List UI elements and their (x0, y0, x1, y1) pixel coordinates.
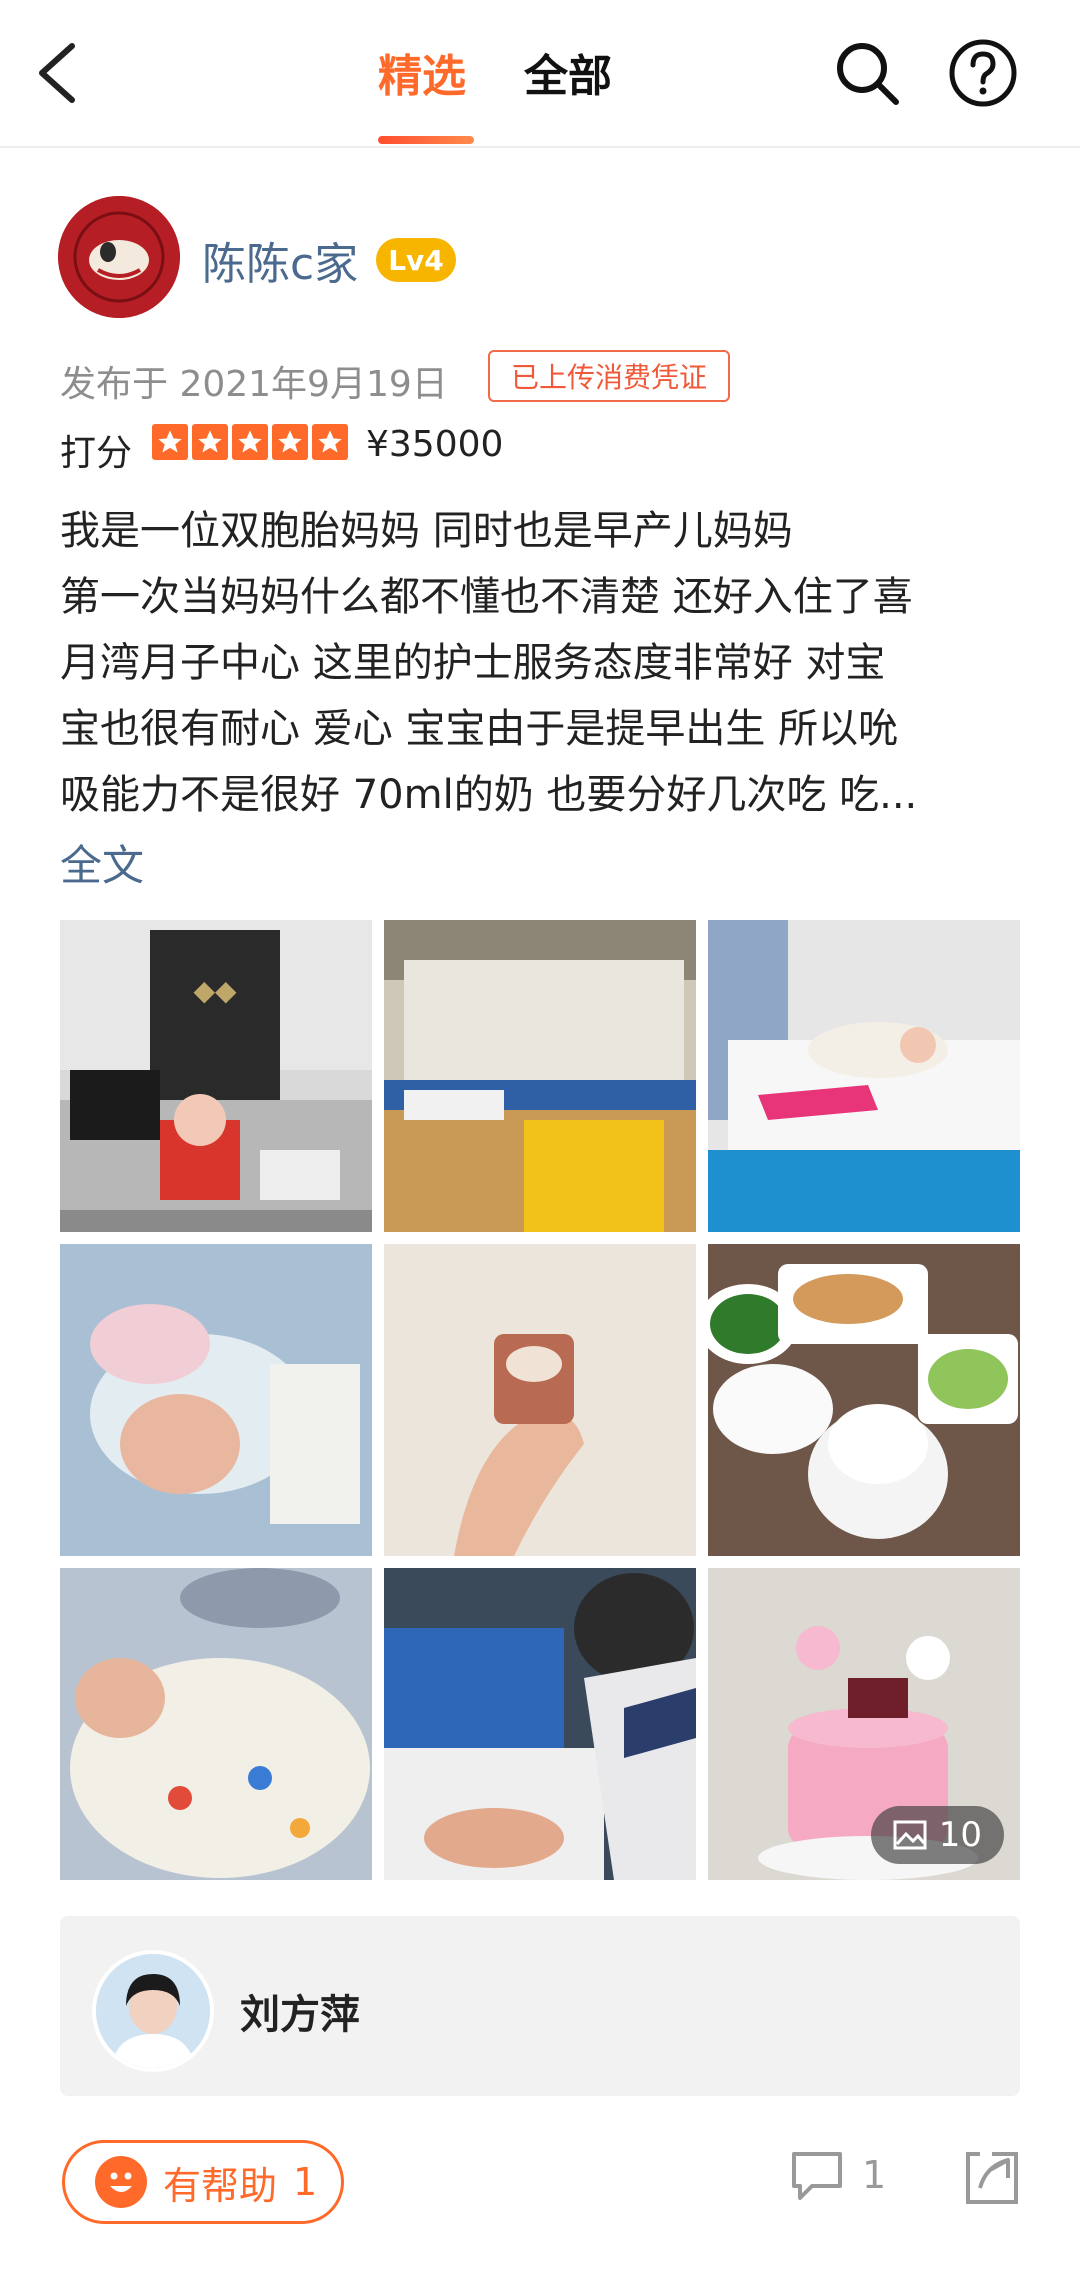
review-text[interactable]: 我是一位双胞胎妈妈 同时也是早产儿妈妈 第一次当妈妈什么都不懂也不清楚 还好入住… (60, 498, 1020, 828)
review-line: 宝也很有耐心 爱心 宝宝由于是提早出生 所以吮 (60, 706, 899, 752)
star-icon (232, 424, 268, 460)
photo-reception[interactable]: ◆◆ (60, 920, 372, 1232)
full-text-link[interactable]: 全文 (60, 832, 144, 893)
photo-cup-hand[interactable] (384, 1244, 696, 1556)
comment-count: 1 (862, 2153, 887, 2197)
price: ¥35000 (366, 424, 504, 465)
voucher-badge: 已上传消费凭证 (488, 350, 730, 402)
photo-baby-bath[interactable] (384, 1568, 696, 1880)
star-icon (312, 424, 348, 460)
star-icon (152, 424, 188, 460)
helpful-count: 1 (293, 2160, 318, 2204)
top-bar: 精选 全部 (0, 0, 1080, 148)
smile-icon (95, 2156, 147, 2208)
rating-label: 打分 (60, 433, 133, 474)
photo-count-badge[interactable]: 10 (870, 1806, 1004, 1864)
photo-nursery-room[interactable] (384, 920, 696, 1232)
photo-meal[interactable] (708, 1244, 1020, 1556)
search-icon[interactable] (832, 38, 902, 108)
photo-cake[interactable]: 10 (708, 1568, 1020, 1880)
svg-text:◆◆: ◆◆ (193, 974, 237, 1007)
photo-count: 10 (938, 1815, 982, 1855)
photo-baby-swaddle[interactable] (60, 1568, 372, 1880)
author-avatar[interactable] (58, 196, 180, 318)
helpful-button[interactable]: 有帮助 1 (62, 2140, 344, 2224)
photo-nurse-baby[interactable] (708, 920, 1020, 1232)
review-line: 我是一位双胞胎妈妈 同时也是早产儿妈妈 (60, 508, 793, 554)
level-badge: Lv4 (376, 238, 456, 282)
review-line: 月湾月子中心 这里的护士服务态度非常好 对宝 (60, 640, 886, 686)
tab-all[interactable]: 全部 (524, 40, 612, 104)
tab-indicator (378, 136, 474, 144)
photo-baby-sleeping[interactable] (60, 1244, 372, 1556)
helpful-label: 有帮助 (163, 2163, 278, 2208)
star-icon (272, 424, 308, 460)
back-icon[interactable] (30, 38, 90, 108)
help-icon[interactable] (948, 38, 1018, 108)
review-line: 吸能力不是很好 70ml的奶 也要分好几次吃 吃... (60, 772, 918, 818)
rating-stars (152, 424, 348, 460)
publish-date: 发布于 2021年9月19日 (60, 364, 448, 405)
comment-icon (792, 2152, 842, 2200)
star-icon (192, 424, 228, 460)
review-line: 第一次当妈妈什么都不懂也不清楚 还好入住了喜 (60, 574, 913, 620)
tab-featured[interactable]: 精选 (378, 40, 466, 104)
comment-button[interactable]: 1 (790, 2148, 886, 2202)
author-name[interactable]: 陈陈c家 (202, 228, 358, 292)
staff-avatar[interactable] (92, 1950, 214, 2072)
staff-name: 刘方萍 (240, 1992, 360, 2038)
image-icon (893, 1820, 927, 1850)
share-icon[interactable] (962, 2148, 1022, 2208)
